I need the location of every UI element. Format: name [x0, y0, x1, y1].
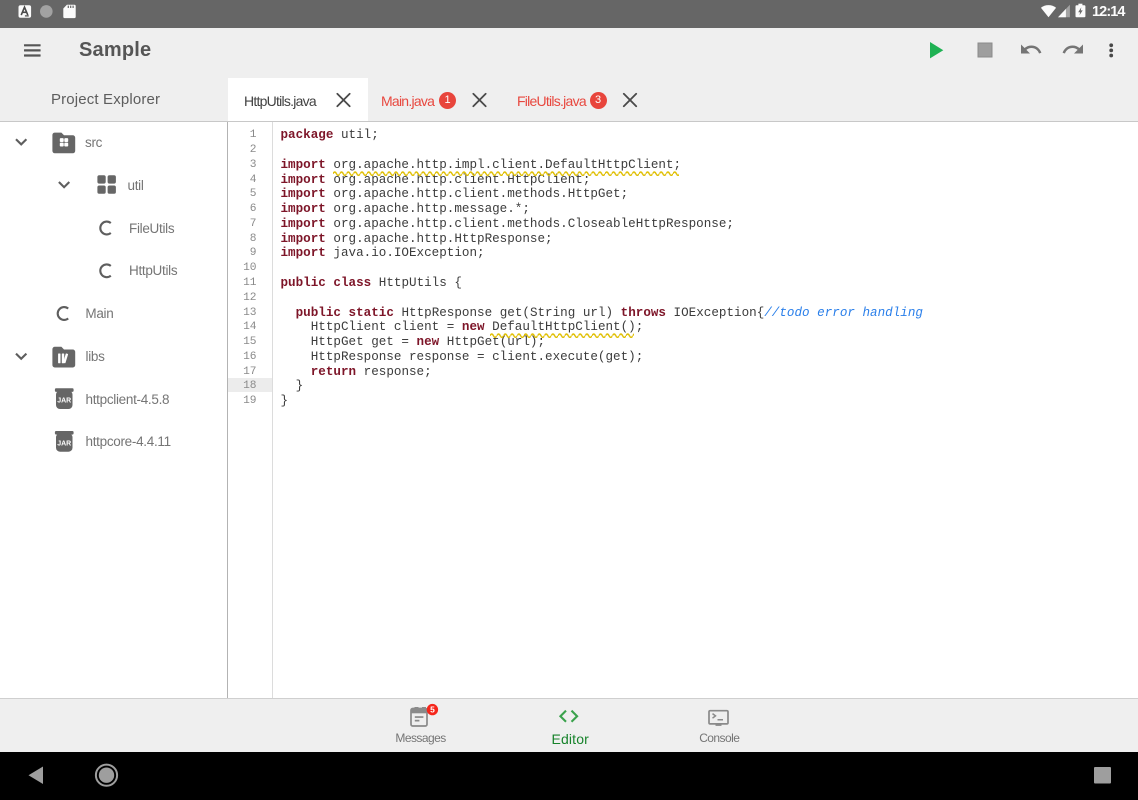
- svg-text:JAR: JAR: [57, 440, 71, 447]
- svg-text:5: 5: [430, 705, 435, 715]
- svg-text:JAR: JAR: [57, 398, 71, 405]
